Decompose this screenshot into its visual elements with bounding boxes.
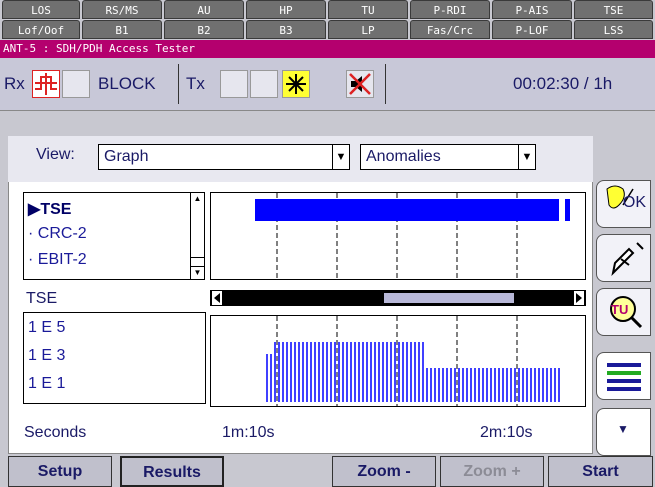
nav-left-icon[interactable]	[212, 291, 222, 305]
scale-box: 1 E 5 1 E 3 1 E 1	[23, 312, 206, 404]
list-scrollbar[interactable]: ▲ ▼	[190, 192, 205, 280]
alarm-tab-los[interactable]: LOS	[2, 0, 80, 19]
arrow-down-icon: ▼	[617, 422, 629, 436]
view-type-value: Anomalies	[366, 148, 441, 165]
alarm-tab-b2[interactable]: B2	[164, 20, 244, 39]
syringe-icon	[610, 242, 644, 277]
zoom-minus-button[interactable]: Zoom -	[332, 456, 436, 487]
sound-muted-icon[interactable]	[346, 70, 374, 98]
side-tab-tu[interactable]: TU	[596, 288, 651, 336]
status-divider	[178, 64, 179, 104]
rx-indicator-box	[62, 70, 90, 98]
event-list[interactable]: ▶TSE · CRC-2 · EBIT-2	[23, 192, 193, 280]
alarm-tab-p-rdi[interactable]: P-RDI	[410, 0, 490, 19]
axis-unit-label: Seconds	[24, 424, 87, 441]
scroll-thumb[interactable]	[191, 205, 204, 258]
alarm-tab-tse[interactable]: TSE	[574, 0, 653, 19]
chevron-down-icon: ▼	[332, 145, 349, 169]
tx-label: Tx	[186, 74, 205, 93]
alarm-tab-b3[interactable]: B3	[246, 20, 326, 39]
alarm-tab-rs-ms[interactable]: RS/MS	[82, 0, 162, 19]
chevron-down-icon: ▼	[518, 145, 535, 169]
view-label: View:	[36, 146, 75, 163]
view-type-select[interactable]: Anomalies ▼	[360, 144, 536, 170]
nav-thumb[interactable]	[384, 293, 514, 303]
alarm-tab-fas-crc[interactable]: Fas/Crc	[410, 20, 490, 39]
list-view-icon	[606, 363, 641, 391]
ok-label: OK	[622, 194, 646, 211]
rx-label: Rx	[4, 74, 25, 93]
timeline-nav-bar[interactable]	[210, 290, 586, 306]
tx-indicator-box-1	[220, 70, 248, 98]
side-tab-down[interactable]: ▼	[596, 408, 651, 456]
occurrence-bar	[255, 199, 559, 221]
scroll-down-icon[interactable]: ▼	[191, 266, 204, 279]
status-divider-2	[385, 64, 386, 104]
nav-right-icon[interactable]	[574, 291, 584, 305]
alarm-tab-p-lof[interactable]: P-LOF	[492, 20, 572, 39]
results-button[interactable]: Results	[120, 456, 224, 487]
alarm-tab-lp[interactable]: LP	[328, 20, 408, 39]
view-mode-select[interactable]: Graph ▼	[98, 144, 350, 170]
side-tab-ok[interactable]: OK	[596, 180, 651, 228]
alarm-tab-hp[interactable]: HP	[246, 0, 326, 19]
axis-tick-label: 2m:10s	[480, 424, 533, 441]
side-tab-inject[interactable]	[596, 234, 651, 282]
scale-section-label: TSE	[26, 290, 58, 307]
test-timer: 00:02:30 / 1h	[513, 74, 613, 93]
list-item[interactable]: ▶TSE	[28, 199, 71, 219]
axis-tick-label: 1m:10s	[222, 424, 275, 441]
error-histogram	[210, 315, 586, 407]
error-star-icon	[282, 70, 310, 98]
app-title: ANT-5 : SDH/PDH Access Tester	[0, 40, 655, 58]
scale-level: 1 E 1	[28, 375, 66, 392]
alarm-tab-p-ais[interactable]: P-AIS	[492, 0, 572, 19]
view-mode-value: Graph	[104, 148, 149, 165]
list-item[interactable]: · EBIT-2	[28, 251, 87, 269]
status-row: Rx BLOCK Tx 00:02:30 / 1h	[0, 58, 655, 111]
occurrence-graph	[210, 192, 586, 280]
scale-level: 1 E 5	[28, 319, 66, 336]
scale-level: 1 E 3	[28, 347, 66, 364]
tx-indicator-box-2	[250, 70, 278, 98]
alarm-tab-lss[interactable]: LSS	[574, 20, 653, 39]
signal-pulse-icon	[32, 70, 60, 98]
alarm-tab-b1[interactable]: B1	[82, 20, 162, 39]
tu-label: TU	[611, 302, 629, 317]
side-tab-list[interactable]	[596, 352, 651, 400]
block-label: BLOCK	[98, 74, 156, 93]
occurrence-bar-end	[565, 199, 570, 221]
alarm-tab-tu[interactable]: TU	[328, 0, 408, 19]
list-item[interactable]: · CRC-2	[28, 225, 87, 243]
start-button[interactable]: Start	[548, 456, 653, 487]
alarm-tab-lof-oof[interactable]: Lof/Oof	[2, 20, 80, 39]
view-row: View: Graph ▼ Anomalies ▼	[8, 136, 593, 182]
zoom-plus-button[interactable]: Zoom +	[440, 456, 544, 487]
alarm-tab-au[interactable]: AU	[164, 0, 244, 19]
setup-button[interactable]: Setup	[8, 456, 112, 487]
